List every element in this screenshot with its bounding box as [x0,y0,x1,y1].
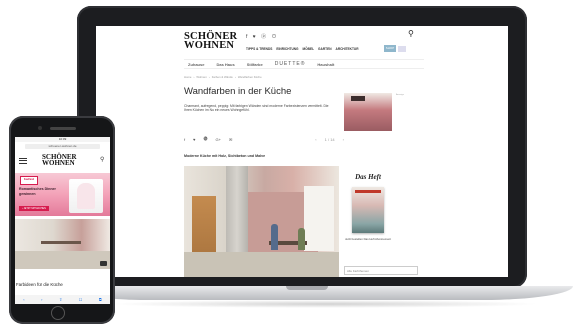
ad-product-image [69,179,103,213]
phone-screen: 10:09 schoener-wohnen.de SCHÖNER WOHNEN … [15,137,110,304]
window [304,186,334,251]
menu-icon[interactable] [398,46,406,52]
nav-item-einrichtung[interactable]: EINRICHTUNG [276,47,298,51]
prev-arrow-icon[interactable]: ‹ [315,137,316,142]
breadcrumb-sep: › [234,75,236,79]
breadcrumb-farben[interactable]: Farben & Wände [212,75,233,79]
breadcrumb-wohnen[interactable]: Wohnen [196,75,206,79]
address-bar[interactable]: schoener-wohnen.de [25,144,100,149]
bookmarks-icon[interactable]: ☐ [79,297,83,302]
pinterest-icon[interactable]: ⓰ [204,136,208,142]
magazine-subscribe-link[interactable]: Jetzt bestellen Das Heft Abonnement [344,237,392,242]
google-plus-icon[interactable]: G+ [216,137,221,142]
phone-camera [38,126,42,130]
brand-das-haus[interactable]: Das Haus [216,62,234,67]
gallery-pager: ‹ 1 / 14 › [315,137,344,142]
mobile-article-title[interactable]: Farbideen für die Küche [16,282,63,287]
laptop-screen: SCHÖNER WOHNEN f ♥ ⓟ ⊙ TIPPS & TRENDS EI… [96,26,508,277]
breadcrumb-home[interactable]: Home [184,75,191,79]
ad-cta-button[interactable]: › JETZT MITMACHEN [19,206,49,211]
back-icon[interactable]: ‹ [23,297,24,302]
camera-icon[interactable] [100,261,107,266]
brand-duette[interactable]: DUETTE® [275,61,306,67]
breadcrumb-sep: › [208,75,210,79]
article-teaser: Charmant, aufregend, peppig: Mit farbige… [184,104,329,113]
color-topics-select[interactable]: Alle Farbthemen [344,266,418,275]
search-icon[interactable]: ⚲ [100,156,104,163]
social-icons[interactable]: f ♥ ⓟ ⊙ [246,33,279,40]
magazine-cover[interactable] [352,187,384,233]
tabs-icon[interactable]: ⧉ [99,297,102,302]
hamburger-menu-icon[interactable] [19,158,27,164]
page-title: Wandfarben in der Küche [184,86,292,97]
breadcrumb-current: Wandfarben Küche [237,75,262,79]
brand-haushalt[interactable]: Haushalt [317,62,334,67]
nav-item-moebel[interactable]: MÖBEL [303,47,315,51]
site-logo[interactable]: SCHÖNER WOHNEN [184,31,237,51]
brand-bar: Zuhause Das Haus Stilfarbe DUETTE® Haush… [184,59,424,69]
next-arrow-icon[interactable]: › [343,137,344,142]
brand-zuhause[interactable]: Zuhause [188,62,204,67]
phone-speaker [50,127,76,130]
heart-icon[interactable]: ♥ [193,137,195,142]
brand-stilfarbe[interactable]: Stilfarbe [247,62,263,67]
breadcrumb: Home › Wohnen › Farben & Wände › Wandfar… [184,75,262,79]
ad-brand-badge: Kaufland [20,176,38,185]
image-caption: Moderne Küche mit Holz, Sichtbeton und M… [184,154,266,158]
main-nav: TIPPS & TRENDS EINRICHTUNG MÖBEL GARTEN … [246,47,359,51]
mobile-hero-image[interactable] [15,219,110,269]
magazine-heading: Das Heft [355,173,381,181]
breadcrumb-sep: › [193,75,195,79]
laptop-shadow [110,300,540,308]
logo-line-2: WOHNEN [184,40,235,51]
mobile-ad-banner[interactable]: Kaufland Romantisches Dinner gewinnen › … [15,173,110,216]
share-bar: f ♥ ⓰ G+ ✉ ‹ 1 / 14 › [184,135,344,143]
laptop-notch [286,286,328,290]
ad-label: Anzeige [396,94,404,96]
person [298,228,305,250]
browser-toolbar: ‹ › ⇧ ☐ ⧉ [15,295,110,304]
floor [184,252,339,277]
website: SCHÖNER WOHNEN f ♥ ⓟ ⊙ TIPPS & TRENDS EI… [184,26,424,277]
shop-button[interactable]: SHOP [384,45,396,52]
logo-line-2: WOHNEN [42,159,75,167]
gallery-counter: 1 / 14 [324,136,335,142]
forward-icon[interactable]: › [41,297,42,302]
search-icon[interactable]: ⚲ [408,29,414,38]
nav-item-tipps[interactable]: TIPPS & TRENDS [246,47,272,51]
nav-item-architektur[interactable]: ARCHITEKTUR [336,47,359,51]
hero-kitchen-image[interactable] [184,166,339,277]
mail-icon[interactable]: ✉ [229,137,232,142]
status-bar: 10:09 [15,137,110,142]
mobile-logo[interactable]: SCHÖNER WOHNEN [42,154,77,167]
share-icon[interactable]: ⇧ [59,297,62,302]
nav-item-garten[interactable]: GARTEN [318,47,331,51]
ad-headline: Romantisches Dinner gewinnen [19,187,56,196]
home-button[interactable] [51,306,65,320]
person [271,224,278,250]
sidebar-ad-image[interactable] [344,93,392,131]
facebook-icon[interactable]: f [184,137,185,142]
